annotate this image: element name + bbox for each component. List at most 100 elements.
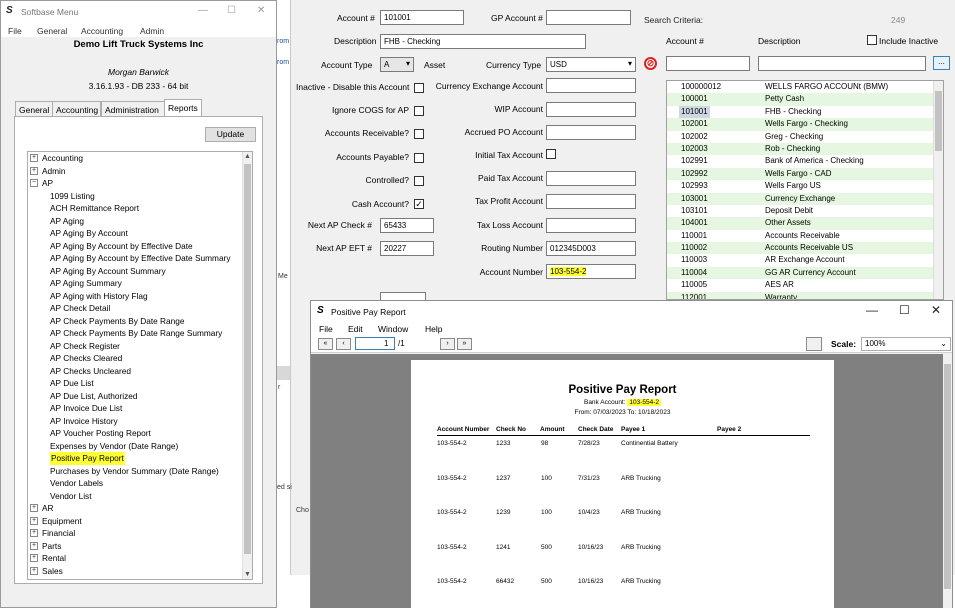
tree-report-item[interactable]: AP Check Detail (28, 302, 252, 315)
maximize-icon[interactable]: ☐ (899, 303, 910, 317)
first-page-button[interactable]: « (318, 338, 333, 350)
expand-icon[interactable]: + (30, 166, 38, 175)
controlled-checkbox[interactable] (414, 176, 424, 186)
print-icon[interactable] (806, 337, 822, 351)
tree-report-item[interactable]: AP Aging with History Flag (28, 290, 252, 303)
paid-tax-field[interactable] (546, 171, 636, 186)
last-page-button[interactable]: » (457, 338, 472, 350)
menu-file[interactable]: File (319, 324, 333, 334)
report-scrollbar[interactable] (943, 354, 952, 608)
tree-folder[interactable]: + Parts (28, 540, 252, 553)
tree-report-item[interactable]: AP Aging Summary (28, 277, 252, 290)
tree-folder[interactable]: + Rental (28, 552, 252, 565)
next-ap-eft-field[interactable]: 20227 (380, 241, 434, 256)
tree-report-item[interactable]: ACH Remittance Report (28, 202, 252, 215)
account-type-select[interactable]: A ▾ (380, 57, 414, 72)
expand-icon[interactable]: + (30, 541, 38, 550)
expand-icon[interactable]: + (30, 529, 38, 537)
tree-report-item[interactable]: AP Aging By Account by Effective Date (28, 240, 252, 253)
scroll-up-icon[interactable]: ▲ (244, 153, 251, 160)
description-field[interactable]: FHB - Checking (380, 34, 586, 49)
account-row[interactable]: 102991 Bank of America - Checking (667, 155, 943, 167)
scroll-thumb[interactable] (944, 364, 951, 589)
tree-folder[interactable]: + Financial (28, 527, 252, 540)
tree-report-item[interactable]: AP Due List, Authorized (28, 390, 252, 403)
hidden-field[interactable] (380, 292, 426, 300)
next-ap-check-field[interactable]: 65433 (380, 218, 434, 233)
ignore-cogs-checkbox[interactable] (414, 106, 424, 116)
scale-select[interactable]: 100% ⌄ (861, 337, 951, 351)
expand-icon[interactable]: + (30, 504, 38, 512)
currency-exchange-field[interactable] (546, 78, 636, 93)
tax-loss-field[interactable] (546, 218, 636, 233)
account-row[interactable]: 110003 AR Exchange Account (667, 254, 943, 266)
menu-admin[interactable]: Admin (140, 26, 164, 36)
report-viewer[interactable]: Positive Pay Report Bank Account: 103-55… (311, 354, 944, 608)
next-page-button[interactable]: › (440, 338, 455, 350)
tree-report-item[interactable]: AP Due List (28, 377, 252, 390)
tree-report-item[interactable]: 1099 Listing (28, 190, 252, 203)
tax-profit-field[interactable] (546, 194, 636, 209)
menu-edit[interactable]: Edit (348, 324, 363, 334)
menu-accounting[interactable]: Accounting (81, 26, 123, 36)
search-account-input[interactable] (666, 56, 750, 71)
inactive-checkbox[interactable] (414, 83, 424, 93)
currency-type-select[interactable]: USD ▾ (546, 57, 636, 72)
routing-number-field[interactable]: 012345D003 (546, 241, 636, 256)
clear-search-icon[interactable]: ⊘ (644, 57, 657, 70)
include-inactive-checkbox[interactable] (867, 35, 877, 45)
browse-button[interactable]: ... (933, 56, 950, 70)
tree-report-item[interactable]: Expenses by Vendor (Date Range) (28, 440, 252, 453)
tab-administration[interactable]: Administration (101, 101, 165, 117)
tree-report-item[interactable]: Vendor Labels (28, 477, 252, 490)
update-button[interactable]: Update (205, 127, 256, 142)
menu-general[interactable]: General (37, 26, 67, 36)
account-row[interactable]: 103101 Deposit Debit (667, 205, 943, 217)
minimize-icon[interactable]: — (198, 5, 208, 16)
account-row[interactable]: 100001 Petty Cash (667, 93, 943, 106)
reports-tree[interactable]: + Accounting + Admin − AP 1099 Listing ACH Remi… (27, 151, 253, 580)
page-number-input[interactable]: 1 (355, 337, 395, 350)
expand-icon[interactable]: + (30, 554, 38, 562)
previous-page-button[interactable]: ‹ (336, 338, 351, 350)
minimize-icon[interactable]: — (866, 303, 878, 317)
tree-report-item[interactable]: AP Invoice Due List (28, 402, 252, 415)
close-icon[interactable]: ✕ (931, 303, 941, 317)
account-row[interactable]: 102003 Rob - Checking (667, 142, 943, 156)
tree-report-item[interactable]: AP Aging By Account by Effective Date Su… (28, 252, 252, 265)
tree-folder[interactable]: + Accounting (28, 152, 252, 165)
account-list-scrollbar[interactable] (933, 81, 943, 299)
cash-account-checkbox[interactable]: ✓ (414, 199, 424, 209)
tab-reports[interactable]: Reports (164, 99, 202, 117)
initial-tax-checkbox[interactable] (546, 149, 556, 159)
tree-folder[interactable]: + Sales (28, 565, 252, 578)
account-row[interactable]: 103001 Currency Exchange (667, 192, 943, 205)
tree-folder[interactable]: + Equipment (28, 515, 252, 528)
tree-folder[interactable]: − AP (28, 177, 252, 190)
scroll-down-icon[interactable]: ▼ (244, 571, 251, 578)
wip-field[interactable] (546, 102, 636, 117)
tree-report-item[interactable]: AP Checks Uncleared (28, 365, 252, 378)
close-icon[interactable]: ✕ (257, 5, 265, 16)
tree-report-item[interactable]: AP Aging By Account (28, 227, 252, 240)
tree-report-item[interactable]: Vendor List (28, 490, 252, 503)
tree-report-item[interactable]: AP Invoice History (28, 415, 252, 428)
accrued-po-field[interactable] (546, 125, 636, 140)
tree-report-item[interactable]: AP Checks Cleared (28, 352, 252, 365)
accounts-payable-checkbox[interactable] (414, 153, 424, 163)
account-row[interactable]: 102001 Wells Fargo - Checking (667, 118, 943, 131)
account-row[interactable]: 110004 GG AR Currency Account (667, 266, 943, 280)
account-number-field[interactable]: 101001 (380, 10, 464, 25)
tree-report-item[interactable]: AP Check Payments By Date Range (28, 315, 252, 328)
tree-report-item[interactable]: AP Aging By Account Summary (28, 265, 252, 278)
bank-account-number-field[interactable]: 103-554-2 (546, 264, 636, 279)
maximize-icon[interactable]: ☐ (227, 5, 236, 16)
account-row[interactable]: 100000012 WELLS FARGO ACCOUNt (BMW) (667, 81, 943, 93)
reports-tree-scrollbar[interactable]: ▲ ▼ (242, 152, 252, 579)
collapse-icon[interactable]: − (30, 179, 38, 187)
tree-folder[interactable]: + AR (28, 502, 252, 515)
expand-icon[interactable]: + (30, 566, 38, 575)
account-row[interactable]: 102993 Wells Fargo US (667, 180, 943, 192)
search-description-input[interactable] (758, 56, 926, 71)
account-row[interactable]: 110005 AES AR (667, 279, 943, 291)
